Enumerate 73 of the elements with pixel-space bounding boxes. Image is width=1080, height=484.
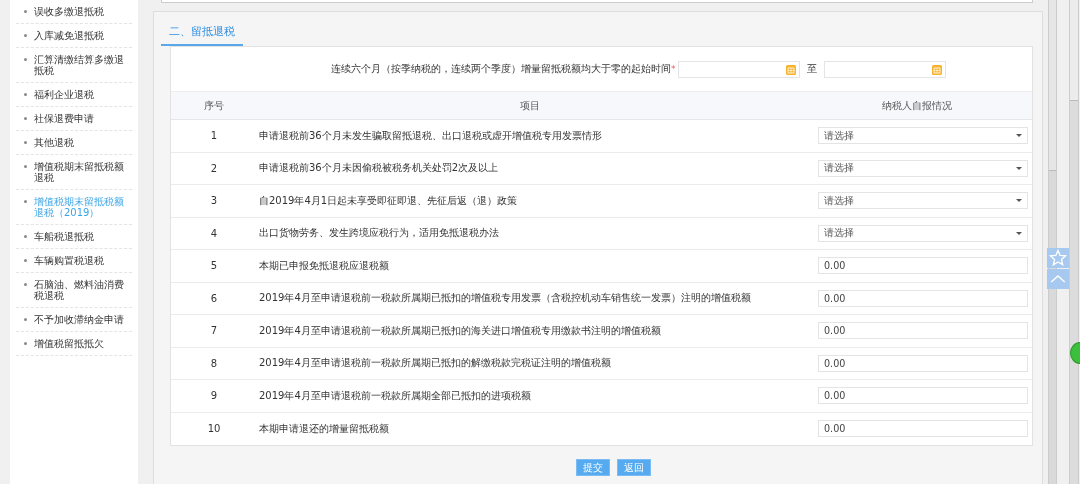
dropdown[interactable]: 请选择	[818, 159, 1028, 177]
date-range-label: 连续六个月（按季纳税的，连续两个季度）增量留抵税额均大于零的起始时间	[331, 62, 671, 76]
table-cell-text: 2019年4月至申请退税前一税款所属期已抵扣的解缴税款完税证注明的增值税额	[258, 356, 612, 371]
table-cell-text: 本期申请退还的增量留抵税额	[258, 421, 390, 436]
table-cell-text: 申请退税前36个月未因偷税被税务机关处罚2次及以上	[258, 161, 500, 176]
bullet-icon	[24, 165, 27, 168]
bullet-icon	[24, 10, 27, 13]
sidebar-item[interactable]: 不予加收滞纳金申请	[16, 308, 132, 332]
sidebar-item[interactable]: 车船税退抵税	[16, 225, 132, 249]
scrollbar[interactable]	[1069, 0, 1079, 484]
input-field[interactable]: 0.00	[818, 257, 1028, 275]
bullet-icon	[24, 93, 27, 96]
table-cell-text: 本期已申报免抵退税应退税额	[258, 258, 390, 273]
bullet-icon	[24, 117, 27, 120]
required-mark: *	[671, 64, 676, 74]
column-header: 纳税人自报情况	[881, 98, 953, 113]
sidebar-item[interactable]: 入库减免退抵税	[16, 24, 132, 48]
table-cell-text: 2019年4月至申请退税前一税款所属期已抵扣的海关进口增值税专用缴款书注明的增值税额	[258, 323, 662, 338]
sidebar-item[interactable]: 社保退费申请	[16, 107, 132, 131]
dropdown[interactable]: 请选择	[818, 127, 1028, 145]
favorite-star-icon[interactable]	[1047, 248, 1069, 268]
bullet-icon	[24, 58, 27, 61]
bullet-icon	[24, 283, 27, 286]
input-field[interactable]: 0.00	[818, 289, 1028, 307]
caret-icon	[1016, 134, 1022, 138]
table-cell-text: 9	[209, 390, 219, 402]
input-field[interactable]: 0.00	[818, 322, 1028, 340]
bullet-icon	[24, 259, 27, 262]
table-cell-text: 4	[209, 227, 219, 239]
input-field[interactable]: 0.00	[818, 354, 1028, 372]
scrollbar[interactable]	[1048, 0, 1057, 484]
table-cell-text: 2	[209, 162, 219, 174]
table-cell-text: 2019年4月至申请退税前一税款所属期全部已抵扣的进项税额	[258, 388, 532, 403]
sidebar-item[interactable]: 误收多缴退抵税	[16, 0, 132, 24]
column-header: 项目	[518, 98, 541, 113]
table-cell-text: 10	[206, 423, 222, 435]
input-field[interactable]: 0.00	[818, 420, 1028, 438]
bullet-icon	[24, 235, 27, 238]
sidebar-item[interactable]: 车辆购置税退税	[16, 249, 132, 273]
dropdown[interactable]: 请选择	[818, 224, 1028, 242]
table-cell-text: 7	[209, 325, 219, 337]
sidebar-item[interactable]: 石脑油、燃料油消费税退税	[16, 273, 132, 308]
table-cell-text: 出口货物劳务、发生跨境应税行为，适用免抵退税办法	[258, 226, 500, 241]
calendar-icon[interactable]	[785, 64, 796, 75]
bullet-icon	[24, 34, 27, 37]
bullet-icon	[24, 200, 27, 203]
caret-icon	[1016, 231, 1022, 235]
sidebar-item[interactable]: 增值税留抵抵欠	[16, 332, 132, 356]
dropdown[interactable]: 请选择	[818, 192, 1028, 210]
input-field[interactable]: 0.00	[818, 387, 1028, 405]
range-separator: 至	[806, 62, 817, 76]
date-field[interactable]	[823, 60, 946, 78]
back-to-top-icon[interactable]	[1047, 269, 1069, 289]
table-cell-text: 1	[209, 130, 219, 142]
sidebar-item[interactable]: 汇算清缴结算多缴退抵税	[16, 48, 132, 83]
table-cell-text: 3	[209, 195, 219, 207]
caret-icon	[1016, 166, 1022, 170]
bullet-icon	[24, 141, 27, 144]
date-field[interactable]	[677, 60, 800, 78]
calendar-icon[interactable]	[931, 64, 942, 75]
table-cell-text: 8	[209, 357, 219, 369]
table-cell-text: 6	[209, 292, 219, 304]
sidebar-item[interactable]: 增值税期末留抵税额退税	[16, 155, 132, 190]
table-cell-text: 2019年4月至申请退税前一税款所属期已抵扣的增值税专用发票（含税控机动车销售统一发票）注明的增值税额	[258, 291, 752, 306]
table-cell-text: 5	[209, 260, 219, 272]
column-header: 序号	[203, 98, 225, 113]
bullet-icon	[24, 318, 27, 321]
table-cell-text: 自2019年4月1日起未享受即征即退、先征后返（退）政策	[258, 193, 519, 208]
sidebar-item[interactable]: 其他退税	[16, 131, 132, 155]
bullet-icon	[24, 342, 27, 345]
sidebar-item[interactable]: 福利企业退税	[16, 83, 132, 107]
table-cell-text: 申请退税前36个月未发生骗取留抵退税、出口退税或虚开增值税专用发票情形	[258, 128, 603, 143]
caret-icon	[1016, 199, 1022, 203]
